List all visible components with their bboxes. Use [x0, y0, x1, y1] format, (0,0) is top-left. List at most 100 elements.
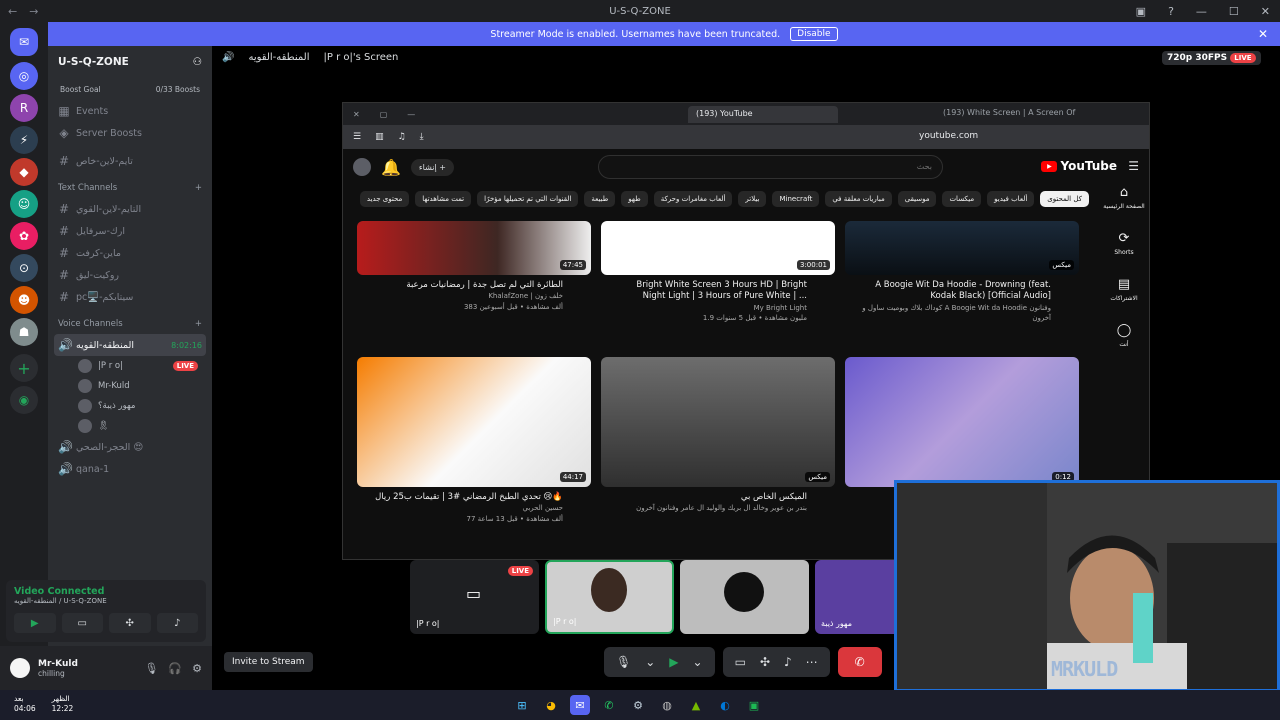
- youtube-sidebar-item[interactable]: ◯ أنت: [1099, 323, 1149, 369]
- mic-icon[interactable]: 🎙: [616, 655, 631, 669]
- chip-filter[interactable]: تمت مشاهدتها: [415, 191, 472, 207]
- video-card[interactable]: 44:17 تحدي الطبخ الرمضاني #3 | تقيمات ب25…: [357, 357, 591, 524]
- invite-people-icon[interactable]: ⚇: [193, 56, 202, 68]
- discord-home-icon[interactable]: ✉: [10, 28, 38, 56]
- guild-header[interactable]: U-S-Q-ZONE ⚇: [48, 46, 212, 78]
- channel-item[interactable]: # pc🖥️-سيتابكم: [48, 286, 212, 308]
- url-field[interactable]: youtube.com: [919, 131, 978, 141]
- channel-item[interactable]: # ماين-كرفت: [48, 242, 212, 264]
- server-icon[interactable]: ☻: [10, 286, 38, 314]
- chip-filter[interactable]: محتوى جديد: [359, 191, 410, 207]
- participant-tile[interactable]: [680, 560, 809, 634]
- video-card[interactable]: ميكس A Boogie Wit Da Hoodie - Drowning (f…: [845, 221, 1079, 324]
- taskbar-clock[interactable]: بعد 04:06 الظهر 12:22: [14, 694, 73, 714]
- invite-to-stream-button[interactable]: Invite to Stream: [224, 652, 313, 672]
- youtube-sidebar-item[interactable]: ▤ الاشتراكات: [1099, 277, 1149, 323]
- youtube-logo[interactable]: ▶ YouTube: [1041, 159, 1117, 173]
- youtube-sidebar-item[interactable]: ⌂ الصفحة الرئيسية: [1099, 185, 1149, 231]
- share-screen-icon[interactable]: ▭: [735, 655, 746, 669]
- add-channel-icon[interactable]: +: [195, 319, 202, 329]
- participant-tile[interactable]: |P r o|: [545, 560, 674, 634]
- hamburger-icon[interactable]: ☰: [1128, 159, 1139, 173]
- video-channel[interactable]: كوداك بلاك وبوميت ساول و A Boogie Wit da…: [845, 303, 1079, 324]
- disconnect-button[interactable]: ✆: [837, 647, 882, 677]
- game-icon[interactable]: ◍: [657, 695, 677, 715]
- edge-icon[interactable]: ◐: [715, 695, 735, 715]
- window-icon[interactable]: ▢: [380, 110, 388, 119]
- share-screen-button[interactable]: ▭: [61, 613, 103, 633]
- activities-button[interactable]: ✣: [109, 613, 151, 633]
- video-thumbnail[interactable]: ميكس: [845, 221, 1079, 275]
- sidebar-icon[interactable]: ▥: [375, 132, 384, 142]
- nvidia-icon[interactable]: ▲: [686, 695, 706, 715]
- video-channel[interactable]: KhalafZone | خلف زون: [357, 291, 591, 302]
- video-title[interactable]: الميكس الخاص بي: [601, 492, 835, 503]
- video-title[interactable]: Bright White Screen 3 Hours HD | Bright …: [601, 280, 835, 303]
- video-title[interactable]: تحدي الطبخ الرمضاني #3 | تقيمات ب25 ريال…: [357, 492, 591, 503]
- chip-filter[interactable]: ميكسات: [942, 191, 982, 207]
- voice-channel-item[interactable]: 🔊 الحجر-الصحي 😍: [48, 436, 212, 458]
- download-icon[interactable]: ⤓: [420, 132, 424, 142]
- music-icon[interactable]: ♫: [398, 132, 406, 142]
- server-icon[interactable]: ⊙: [10, 254, 38, 282]
- channel-item[interactable]: # التايم-لاين-القوي: [48, 198, 212, 220]
- disable-streamer-mode-button[interactable]: Disable: [790, 27, 838, 41]
- soundboard-button[interactable]: ♪: [156, 613, 198, 633]
- browser-tab-active[interactable]: (193) YouTube: [688, 106, 838, 123]
- server-icon[interactable]: ✿: [10, 222, 38, 250]
- boost-goal[interactable]: Boost Goal 0/33 Boosts: [56, 80, 204, 98]
- server-icon[interactable]: ☺: [10, 190, 38, 218]
- chevron-down-icon[interactable]: ⌄: [645, 655, 655, 669]
- chip-filter[interactable]: Minecraft: [772, 191, 820, 207]
- server-boosts-item[interactable]: ◈ Server Boosts: [48, 122, 212, 144]
- server-icon[interactable]: ⚡: [10, 126, 38, 154]
- chip-filter[interactable]: مباريات معلقة في: [825, 191, 892, 207]
- chip-filter[interactable]: بيلاتر: [738, 191, 767, 207]
- server-icon[interactable]: ◎: [10, 62, 38, 90]
- video-title[interactable]: الطائرة التي لم تصل جدة | رمضانيات مرعبة: [357, 280, 591, 291]
- youtube-sidebar-item[interactable]: ⟳ Shorts: [1099, 231, 1149, 277]
- voice-user[interactable]: مهور ذيبة؟: [48, 396, 212, 416]
- close-icon[interactable]: ✕: [353, 110, 360, 119]
- settings-gear-icon[interactable]: ⚙: [192, 662, 202, 675]
- stage-channel-name[interactable]: المنطقه-القويه: [248, 52, 309, 63]
- voice-user[interactable]: |P r o| LIVE: [48, 356, 212, 376]
- app-icon[interactable]: ▣: [744, 695, 764, 715]
- video-button[interactable]: ▶: [14, 613, 56, 633]
- close-window-icon[interactable]: ✕: [1261, 5, 1270, 18]
- chevron-down-icon[interactable]: ⌄: [693, 655, 703, 669]
- whatsapp-icon[interactable]: ✆: [599, 695, 619, 715]
- activities-icon[interactable]: ✣: [760, 655, 770, 669]
- browser-tab[interactable]: (193) White Screen | A Screen Of: [943, 108, 1075, 117]
- chip-filter[interactable]: ألعاب مغامرات وحركة: [653, 191, 733, 207]
- voice-channels-category[interactable]: Voice Channels +: [48, 314, 212, 334]
- video-card[interactable]: ميكس الميكس الخاص بي بندر بن عوير وخالد ال…: [601, 357, 835, 514]
- inbox-icon[interactable]: ▣: [1136, 5, 1146, 18]
- create-button[interactable]: إنشاء +: [410, 158, 454, 176]
- mic-icon[interactable]: 🎙: [144, 662, 158, 675]
- channel-item[interactable]: # ارك-سرفايل: [48, 220, 212, 242]
- menu-icon[interactable]: ☰: [353, 132, 361, 142]
- chip-filter[interactable]: القنوات التي تم تحميلها مؤخرًا: [477, 191, 579, 207]
- help-icon[interactable]: ?: [1168, 5, 1174, 18]
- more-icon[interactable]: ⋯: [806, 655, 818, 669]
- video-thumbnail[interactable]: 47:45: [357, 221, 591, 275]
- video-thumbnail[interactable]: ميكس: [601, 357, 835, 487]
- windows-start-icon[interactable]: ⊞: [512, 695, 532, 715]
- video-card[interactable]: 0:12: [845, 357, 1079, 487]
- server-icon[interactable]: R: [10, 94, 38, 122]
- server-icon[interactable]: ◆: [10, 158, 38, 186]
- add-server-icon[interactable]: +: [10, 354, 38, 382]
- avatar[interactable]: [10, 658, 30, 678]
- notifications-icon[interactable]: 🔔: [381, 158, 401, 177]
- video-thumbnail[interactable]: 0:12: [845, 357, 1079, 487]
- voice-user[interactable]: Mr-Kuld: [48, 376, 212, 396]
- chip-filter[interactable]: موسيقى: [897, 191, 937, 207]
- active-voice-channel[interactable]: 🔊 المنطقه-القويه 8:02:16: [54, 334, 206, 356]
- voice-channel-item[interactable]: 🔊 qana-1: [48, 458, 212, 480]
- close-banner-icon[interactable]: ✕: [1258, 27, 1268, 41]
- video-channel[interactable]: حسين الحربي: [357, 503, 591, 514]
- text-channels-category[interactable]: Text Channels +: [48, 178, 212, 198]
- channel-item[interactable]: # تايم-لاين-خاص: [48, 150, 212, 172]
- video-card[interactable]: 47:45 الطائرة التي لم تصل جدة | رمضانيات …: [357, 221, 591, 312]
